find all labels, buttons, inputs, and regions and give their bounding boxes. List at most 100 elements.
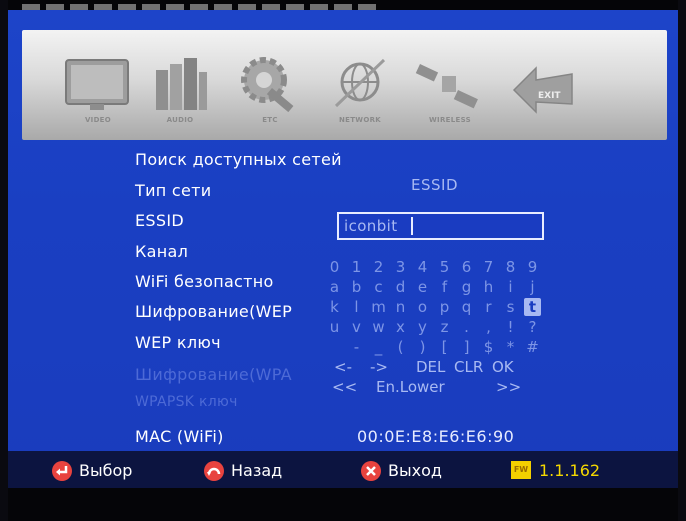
menu-item-network[interactable]: NETWORK bbox=[322, 52, 398, 128]
key[interactable]: w bbox=[370, 318, 387, 336]
menu-label-etc: ETC bbox=[262, 116, 278, 124]
menu-label-audio: AUDIO bbox=[166, 116, 194, 124]
key[interactable]: j bbox=[524, 278, 541, 296]
footer-bar: Выбор Назад Выход FW 1.1.162 bbox=[8, 451, 678, 491]
key[interactable]: ] bbox=[458, 338, 475, 356]
wep-key-label[interactable]: WEP ключ bbox=[135, 333, 221, 352]
key-clr[interactable]: CLR bbox=[454, 358, 483, 376]
key[interactable]: k bbox=[326, 298, 343, 316]
keyboard-row-controls: <- -> DEL CLR OK bbox=[326, 358, 556, 376]
key-del[interactable]: DEL bbox=[416, 358, 445, 376]
key[interactable]: ! bbox=[502, 318, 519, 336]
key[interactable]: g bbox=[458, 278, 475, 296]
key[interactable]: r bbox=[480, 298, 497, 316]
menu-item-video[interactable]: VIDEO bbox=[60, 52, 136, 128]
mac-label: MAC (WiFi) bbox=[135, 427, 224, 446]
key-selected[interactable]: t bbox=[524, 298, 541, 316]
essid-value: iconbit bbox=[344, 217, 398, 235]
return-icon bbox=[204, 461, 224, 481]
select-label: Выбор bbox=[79, 461, 133, 480]
key[interactable]: a bbox=[326, 278, 343, 296]
menu-item-exit[interactable]: EXIT bbox=[506, 52, 582, 128]
wrench-gear-icon bbox=[241, 57, 294, 113]
key[interactable]: 1 bbox=[348, 258, 365, 276]
key[interactable]: c bbox=[370, 278, 387, 296]
key[interactable]: y bbox=[414, 318, 431, 336]
key[interactable]: 9 bbox=[524, 258, 541, 276]
text-caret bbox=[411, 217, 413, 235]
tv-icon bbox=[65, 59, 129, 110]
key[interactable]: 8 bbox=[502, 258, 519, 276]
enter-icon bbox=[52, 461, 72, 481]
key[interactable]: - bbox=[348, 338, 365, 356]
menu-label-wireless: WIRELESS bbox=[429, 116, 471, 124]
key[interactable]: n bbox=[392, 298, 409, 316]
essid-field[interactable]: iconbit bbox=[337, 212, 544, 240]
key[interactable]: ) bbox=[414, 338, 431, 356]
key[interactable]: d bbox=[392, 278, 409, 296]
key[interactable]: [ bbox=[436, 338, 453, 356]
key[interactable]: 0 bbox=[326, 258, 343, 276]
exit-label: Выход bbox=[388, 461, 442, 480]
menu-item-etc[interactable]: ETC bbox=[232, 52, 308, 128]
top-menu-panel: VIDEO AUDIO ETC NETWORK WIRELESS EXIT bbox=[22, 30, 667, 140]
key[interactable]: . bbox=[458, 318, 475, 336]
menu-item-wireless[interactable]: WIRELESS bbox=[412, 52, 488, 128]
key[interactable]: m bbox=[370, 298, 387, 316]
key-prev-layout[interactable]: << bbox=[332, 378, 357, 396]
back-label: Назад bbox=[231, 461, 283, 480]
key[interactable]: q bbox=[458, 298, 475, 316]
key-cursor-left[interactable]: <- bbox=[334, 358, 352, 376]
network-type-label: Тип сети bbox=[135, 181, 212, 200]
key[interactable]: u bbox=[326, 318, 343, 336]
key[interactable]: z bbox=[436, 318, 453, 336]
wpapsk-key-label: WPAPSK ключ bbox=[135, 394, 238, 410]
search-networks-item[interactable]: Поиск доступных сетей bbox=[135, 150, 342, 169]
key[interactable]: 6 bbox=[458, 258, 475, 276]
key[interactable]: p bbox=[436, 298, 453, 316]
key[interactable]: o bbox=[414, 298, 431, 316]
key[interactable]: f bbox=[436, 278, 453, 296]
key[interactable]: x bbox=[392, 318, 409, 336]
fw-badge: FW bbox=[511, 461, 531, 479]
globe-icon bbox=[334, 58, 386, 108]
key[interactable]: 4 bbox=[414, 258, 431, 276]
mac-value: 00:0E:E8:E6:E6:90 bbox=[357, 427, 515, 446]
firmware-version: 1.1.162 bbox=[539, 461, 601, 480]
key-next-layout[interactable]: >> bbox=[496, 378, 521, 396]
network-type-value[interactable]: ESSID bbox=[411, 176, 458, 194]
key-cursor-right[interactable]: -> bbox=[370, 358, 388, 376]
key[interactable]: _ bbox=[370, 338, 387, 356]
key[interactable]: e bbox=[414, 278, 431, 296]
key[interactable]: 3 bbox=[392, 258, 409, 276]
exit-icon bbox=[361, 461, 381, 481]
speaker-icon bbox=[156, 58, 207, 110]
keyboard-layout-name: En.Lower bbox=[376, 378, 445, 396]
wifi-security-label[interactable]: WiFi безопастно bbox=[135, 272, 318, 291]
key[interactable]: # bbox=[524, 338, 541, 356]
keyboard-row-layout: << En.Lower >> bbox=[326, 378, 556, 396]
key[interactable]: , bbox=[480, 318, 497, 336]
key[interactable]: v bbox=[348, 318, 365, 336]
menu-label-video: VIDEO bbox=[84, 116, 112, 124]
key[interactable]: ? bbox=[524, 318, 541, 336]
key[interactable]: $ bbox=[480, 338, 497, 356]
menu-item-audio[interactable]: AUDIO bbox=[142, 52, 218, 128]
encryption-wpa-label: Шифрование(WPA bbox=[135, 365, 292, 384]
key[interactable]: 2 bbox=[370, 258, 387, 276]
key[interactable]: i bbox=[502, 278, 519, 296]
essid-label: ESSID bbox=[135, 211, 184, 230]
key[interactable]: ( bbox=[392, 338, 409, 356]
key[interactable]: l bbox=[348, 298, 365, 316]
satellite-icon bbox=[415, 64, 478, 109]
key[interactable]: h bbox=[480, 278, 497, 296]
key[interactable]: 7 bbox=[480, 258, 497, 276]
key[interactable]: 5 bbox=[436, 258, 453, 276]
channel-label[interactable]: Канал bbox=[135, 242, 188, 261]
encryption-wep-label[interactable]: Шифрование(WEP bbox=[135, 302, 318, 321]
bottom-black-bar bbox=[8, 488, 678, 521]
key[interactable]: b bbox=[348, 278, 365, 296]
key[interactable]: s bbox=[502, 298, 519, 316]
key[interactable]: * bbox=[502, 338, 519, 356]
key-ok[interactable]: OK bbox=[492, 358, 514, 376]
